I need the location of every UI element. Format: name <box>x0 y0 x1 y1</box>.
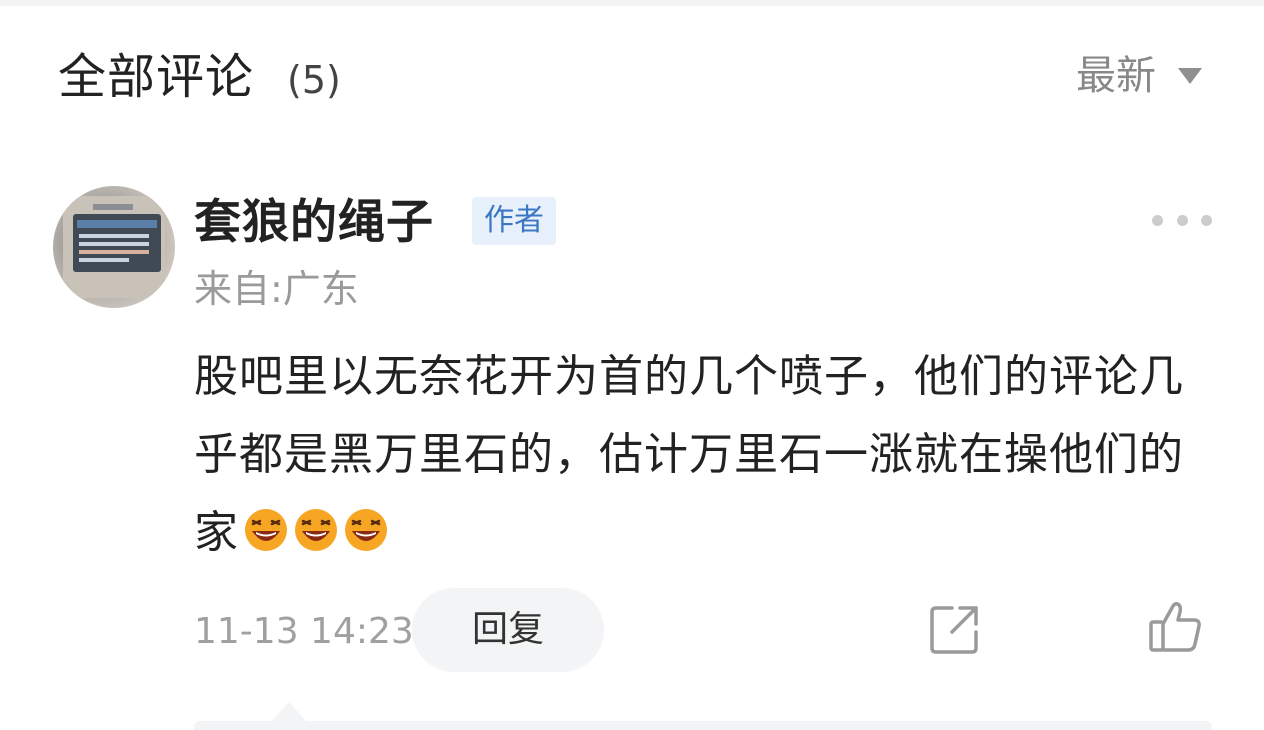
sort-label: 最新 <box>1076 53 1156 99</box>
share-icon[interactable] <box>926 600 984 658</box>
reply-button[interactable]: 回复 <box>412 588 604 672</box>
caret-down-icon <box>1178 68 1202 84</box>
thumbs-up-icon[interactable] <box>1146 598 1204 656</box>
comments-count: (5) <box>287 58 341 102</box>
location-label: 来自:广东 <box>194 267 359 311</box>
comments-title: 全部评论 <box>58 49 255 105</box>
avatar-image-icon <box>63 196 165 298</box>
more-dot-icon <box>1201 214 1212 226</box>
laughing-emoji-icon <box>245 509 287 551</box>
section-divider <box>0 0 1264 6</box>
more-dot-icon <box>1176 214 1188 226</box>
reply-preview-box <box>194 721 1212 730</box>
username[interactable]: 套狼的绳子 <box>194 192 434 254</box>
laughing-emoji-icon <box>295 509 337 551</box>
comment-timestamp: 11-13 14:23 <box>194 611 414 652</box>
comment-section: 全部评论 (5) 最新 套狼的绳子 作者 来自:广东 股吧里以无奈花开为首的几个… <box>0 0 1264 730</box>
author-badge: 作者 <box>472 197 556 245</box>
sort-dropdown[interactable]: 最新 <box>1076 48 1202 104</box>
more-options-button[interactable] <box>1152 206 1212 234</box>
reply-preview-pointer <box>271 702 307 722</box>
avatar[interactable] <box>53 186 175 308</box>
comment-text-block: 股吧里以无奈花开为首的几个喷子，他们的评论几乎都是黑万里石的，估计万里石一涨就在… <box>194 338 1204 572</box>
more-dot-icon <box>1152 214 1163 226</box>
laughing-emoji-icon <box>345 509 387 551</box>
